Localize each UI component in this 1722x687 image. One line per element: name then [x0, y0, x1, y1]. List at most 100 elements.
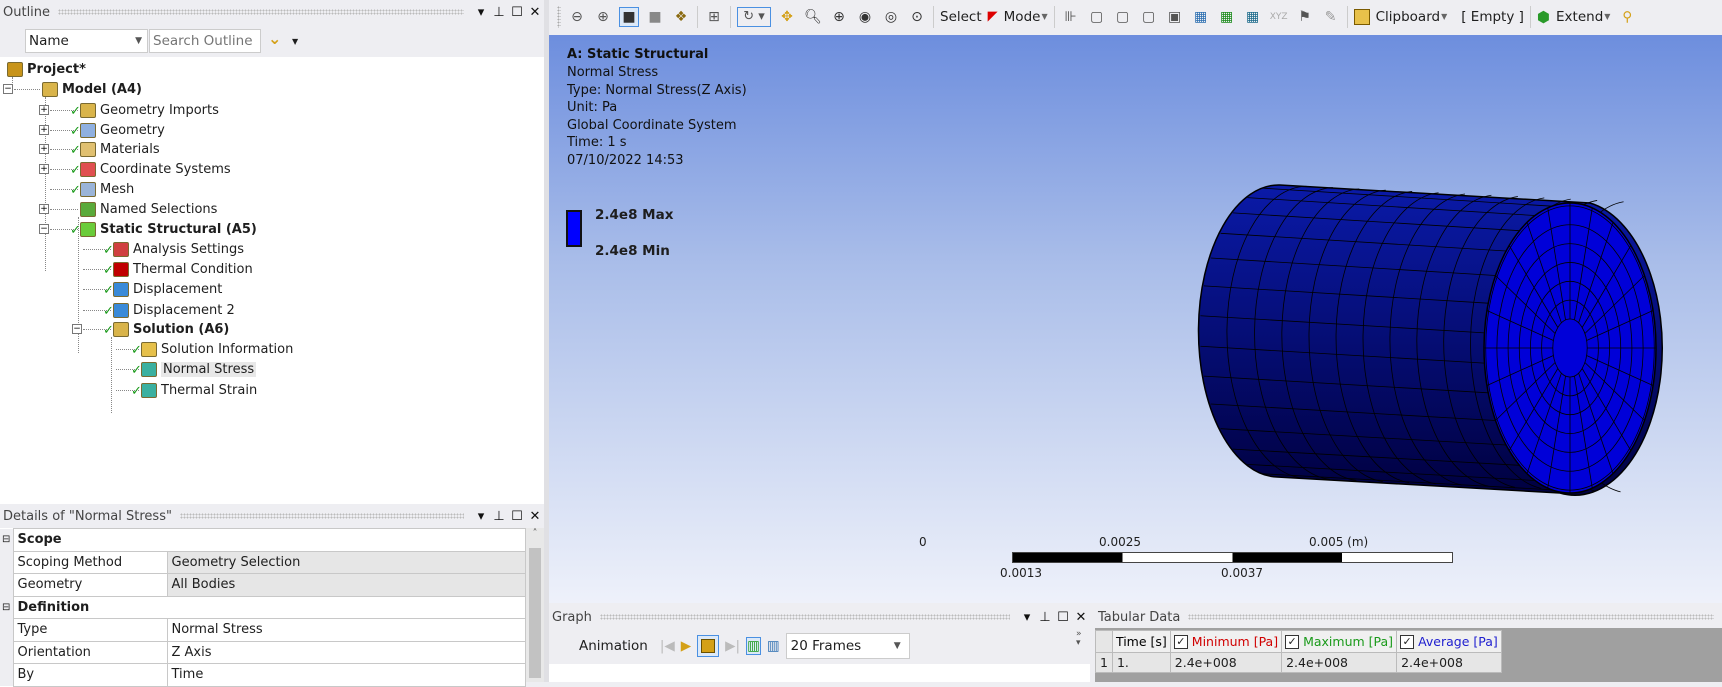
column-checkbox[interactable]: ✓ [1173, 635, 1188, 650]
maximize-icon[interactable]: ☐ [508, 509, 526, 524]
pin-icon[interactable]: ⊥ [490, 509, 508, 524]
edge-select-icon[interactable]: ▢ [1087, 7, 1107, 27]
tree-item[interactable]: Mesh [80, 179, 134, 199]
collapse-toggle[interactable]: ⊟ [0, 596, 13, 619]
mode-dropdown[interactable]: Mode [1004, 9, 1041, 25]
graph-area[interactable] [549, 664, 1090, 682]
scroll-up-icon[interactable]: ˄ [526, 528, 544, 548]
table-cell[interactable]: 1 [1095, 652, 1113, 673]
tree-item[interactable]: Displacement 2 [113, 300, 235, 320]
maximize-icon[interactable]: ☐ [1054, 610, 1072, 625]
zoom-to-fit-icon[interactable]: ◉ [855, 7, 875, 27]
select-box-icon[interactable]: ⊞ [704, 7, 724, 27]
element-face-select-icon[interactable]: ▦ [1217, 7, 1237, 27]
annotation-icon[interactable]: ✎ [1321, 7, 1341, 27]
overflow-chevron-icon[interactable]: » ▾ [1076, 630, 1082, 648]
property-row[interactable]: Orientation Z Axis [0, 640, 526, 664]
stop-button[interactable] [697, 635, 720, 657]
property-value[interactable]: Time [166, 663, 526, 687]
column-header[interactable]: ✓ Average [Pa] [1396, 630, 1502, 653]
table-row[interactable]: 1 1. 2.4e+008 2.4e+008 2.4e+008 [1095, 652, 1502, 673]
mesh-select-icon[interactable]: ▦ [1191, 7, 1211, 27]
column-header[interactable]: ✓ Maximum [Pa] [1281, 630, 1398, 653]
close-icon[interactable]: ✕ [526, 509, 544, 524]
toolbar-grip[interactable] [557, 5, 561, 28]
table-cell[interactable]: 2.4e+008 [1281, 652, 1398, 673]
select-label[interactable]: Select [940, 9, 982, 25]
table-cell[interactable]: 2.4e+008 [1169, 652, 1283, 673]
expand-toggle[interactable]: + [39, 125, 49, 135]
xyz-coordinate-icon[interactable]: XYZ [1269, 7, 1289, 27]
column-header[interactable]: ✓ Minimum [Pa] [1169, 630, 1283, 653]
body-select-icon[interactable]: ▢ [1139, 7, 1159, 27]
distributed-frames-icon[interactable]: ▥ [746, 637, 761, 655]
node-select-icon[interactable]: ▣ [1165, 7, 1185, 27]
frames-select[interactable]: 20 Frames ▼ [785, 633, 910, 659]
element-select-icon[interactable]: ▦ [1243, 7, 1263, 27]
zoom-icon[interactable]: 🔍︎ [803, 7, 823, 27]
shaded-view-icon[interactable]: ■ [619, 6, 639, 27]
collapse-toggle[interactable]: − [3, 84, 13, 94]
face-select-icon[interactable]: ▢ [1113, 7, 1133, 27]
drag-grip[interactable] [58, 9, 464, 15]
expand-toggle[interactable]: + [39, 164, 49, 174]
maximize-icon[interactable]: ☐ [508, 5, 526, 20]
drag-grip[interactable] [179, 513, 464, 519]
close-icon[interactable]: ✕ [526, 5, 544, 20]
next-frame-icon[interactable]: ▶| [725, 638, 740, 654]
property-row[interactable]: Type Normal Stress [0, 618, 526, 642]
mesh-model[interactable] [549, 35, 1722, 603]
tree-item[interactable]: Solution Information [141, 339, 293, 359]
tree-item[interactable]: Static Structural (A5) [80, 219, 257, 239]
column-checkbox[interactable]: ✓ [1400, 635, 1415, 650]
tree-item[interactable]: Project* [7, 59, 86, 79]
extend-dropdown[interactable]: Extend [1556, 9, 1603, 25]
tree-item[interactable]: Displacement [113, 279, 222, 299]
options-dropdown-icon[interactable]: ▼ [292, 37, 298, 46]
property-value[interactable]: Geometry Selection [166, 550, 526, 574]
filter-select[interactable]: Name ▼ [25, 29, 148, 53]
scroll-thumb[interactable] [529, 548, 541, 678]
tree-item[interactable]: Normal Stress [141, 359, 257, 379]
dropdown-icon[interactable]: ▾ [472, 509, 490, 524]
property-row[interactable]: Scoping Method Geometry Selection [0, 550, 526, 574]
collapse-toggle[interactable]: − [39, 224, 49, 234]
look-at-icon[interactable]: ❖ [671, 7, 691, 27]
details-scrollbar[interactable]: ˄ [526, 528, 544, 682]
section-header[interactable]: ⊟ Definition [0, 595, 526, 619]
property-row[interactable]: By Time [0, 663, 526, 687]
result-sets-icon[interactable]: ▥ [767, 638, 780, 654]
expand-toggle[interactable]: + [39, 204, 49, 214]
table-cell[interactable]: 2.4e+008 [1396, 652, 1502, 673]
collapse-toggle[interactable]: − [72, 324, 82, 334]
pan-icon[interactable]: ✥ [777, 7, 797, 27]
tree-item[interactable]: Thermal Strain [141, 380, 257, 400]
property-value[interactable]: All Bodies [166, 573, 526, 597]
column-header[interactable]: Time [s] [1111, 630, 1171, 653]
close-icon[interactable]: ✕ [1072, 610, 1090, 625]
tree-item[interactable]: Materials [80, 139, 160, 159]
rotate-icon[interactable]: ↻ ▾ [737, 6, 771, 27]
column-checkbox[interactable]: ✓ [1285, 635, 1300, 650]
drag-grip[interactable] [599, 614, 1010, 620]
box-zoom-icon[interactable]: ⊕ [829, 7, 849, 27]
drag-grip[interactable] [1188, 614, 1714, 620]
expand-filter-icon[interactable]: ⌄ [268, 29, 281, 48]
property-value[interactable]: Normal Stress [166, 618, 526, 642]
table-cell[interactable]: 1. [1111, 652, 1171, 673]
expand-toggle[interactable]: + [39, 144, 49, 154]
tree-item[interactable]: Geometry [80, 120, 165, 140]
clipboard-dropdown[interactable]: Clipboard [1376, 9, 1440, 25]
vertex-select-icon[interactable]: ⊪ [1061, 7, 1081, 27]
pin-icon[interactable]: ⊥ [490, 5, 508, 20]
magnifier-icon[interactable]: ◎ [881, 7, 901, 27]
tree-item[interactable]: Model (A4) [42, 79, 142, 99]
dropdown-icon[interactable]: ▾ [472, 5, 490, 20]
tree-item[interactable]: Geometry Imports [80, 100, 219, 120]
search-outline-input[interactable] [149, 29, 261, 53]
expand-toggle[interactable]: + [39, 105, 49, 115]
play-icon[interactable]: ▶ [681, 638, 691, 654]
tree-item[interactable]: Analysis Settings [113, 239, 244, 259]
zoom-previous-icon[interactable]: ⊖ [567, 7, 587, 27]
probe-pin-icon[interactable]: ⚲ [1622, 9, 1632, 25]
